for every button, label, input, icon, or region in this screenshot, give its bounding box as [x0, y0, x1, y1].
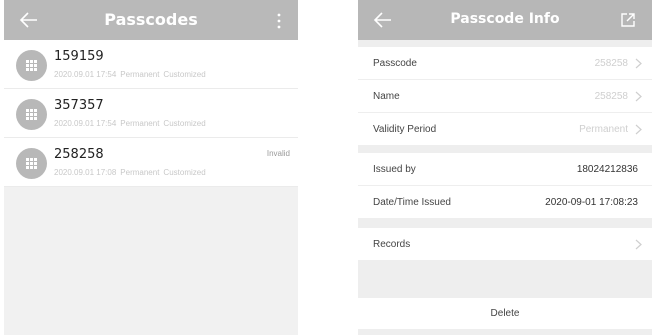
avatar [16, 99, 47, 130]
passcode-date: 2020.09.01 17:54 [54, 119, 117, 128]
passcode-type: Permanent [120, 119, 160, 128]
passcode-source: Customized [163, 119, 206, 128]
passcode-row[interactable]: Passcode 258258 [358, 47, 652, 80]
page-title: Passcode Info [450, 11, 560, 27]
chevron-right-icon [635, 91, 642, 102]
passcode-date: 2020.09.01 17:08 [54, 168, 117, 177]
status-badge: Invalid [266, 149, 290, 158]
passcode-list: 159159 2020.09.01 17:54 Permanent Customiz… [4, 40, 298, 187]
issued-by-label: Issued by [373, 164, 416, 175]
avatar [16, 148, 47, 179]
avatar [16, 50, 47, 81]
passcode-meta: 2020.09.01 17:54 Permanent Customized [54, 70, 210, 79]
list-item[interactable]: 357357 2020.09.01 17:54 Permanent Customiz… [4, 89, 298, 138]
validity-period-row[interactable]: Validity Period Permanent [358, 113, 652, 146]
delete-label: Delete [490, 308, 520, 319]
delete-button[interactable]: Delete [358, 298, 652, 329]
issuer-group: Issued by 18024212836 Date/Time Issued 2… [358, 153, 652, 219]
passcode-info-app-bar: Passcode Info [358, 0, 652, 40]
list-item[interactable]: 258258 2020.09.01 17:08 Permanent Customiz… [4, 138, 298, 187]
records-row[interactable]: Records [358, 228, 652, 261]
records-label: Records [373, 239, 411, 250]
issued-time-value: 2020-09-01 17:08:23 [545, 197, 638, 208]
validity-period-label: Validity Period [373, 124, 437, 135]
more-vertical-icon[interactable] [276, 12, 282, 30]
passcode-source: Customized [163, 168, 206, 177]
records-group: Records [358, 228, 652, 261]
passcodes-app-bar: Passcodes [4, 0, 298, 40]
share-icon[interactable] [620, 12, 636, 28]
issued-time-label: Date/Time Issued [373, 197, 451, 208]
chevron-right-icon [635, 239, 642, 250]
passcode-value: 258258 [54, 147, 104, 162]
keypad-icon [26, 109, 37, 120]
validity-period-value: Permanent [579, 124, 628, 135]
list-item[interactable]: 159159 2020.09.01 17:54 Permanent Customiz… [4, 40, 298, 89]
issued-time-row: Date/Time Issued 2020-09-01 17:08:23 [358, 186, 652, 219]
name-label: Name [373, 91, 400, 102]
passcode-details-group: Passcode 258258 Name 258258 Validity Per… [358, 47, 652, 146]
keypad-icon [26, 60, 37, 71]
issued-by-value: 18024212836 [576, 164, 638, 175]
page-title: Passcodes [104, 10, 198, 29]
keypad-icon [26, 158, 37, 169]
passcodes-screen: Passcodes 159159 2020.09.01 17:54 Permane… [4, 0, 298, 335]
passcode-value: 159159 [54, 49, 104, 64]
passcode-date: 2020.09.01 17:54 [54, 70, 117, 79]
passcode-meta: 2020.09.01 17:08 Permanent Customized [54, 168, 210, 177]
chevron-right-icon [635, 58, 642, 69]
issued-by-row: Issued by 18024212836 [358, 153, 652, 186]
chevron-right-icon [635, 124, 642, 135]
passcode-type: Permanent [120, 70, 160, 79]
passcode-row-value: 258258 [594, 58, 628, 69]
name-row[interactable]: Name 258258 [358, 80, 652, 113]
passcode-value: 357357 [54, 98, 104, 113]
name-value: 258258 [594, 91, 628, 102]
passcode-type: Permanent [120, 168, 160, 177]
passcode-info-screen: Passcode Info Passcode 258258 Name 25825… [358, 0, 652, 335]
passcode-meta: 2020.09.01 17:54 Permanent Customized [54, 119, 210, 128]
passcode-label: Passcode [373, 58, 417, 69]
passcode-source: Customized [163, 70, 206, 79]
